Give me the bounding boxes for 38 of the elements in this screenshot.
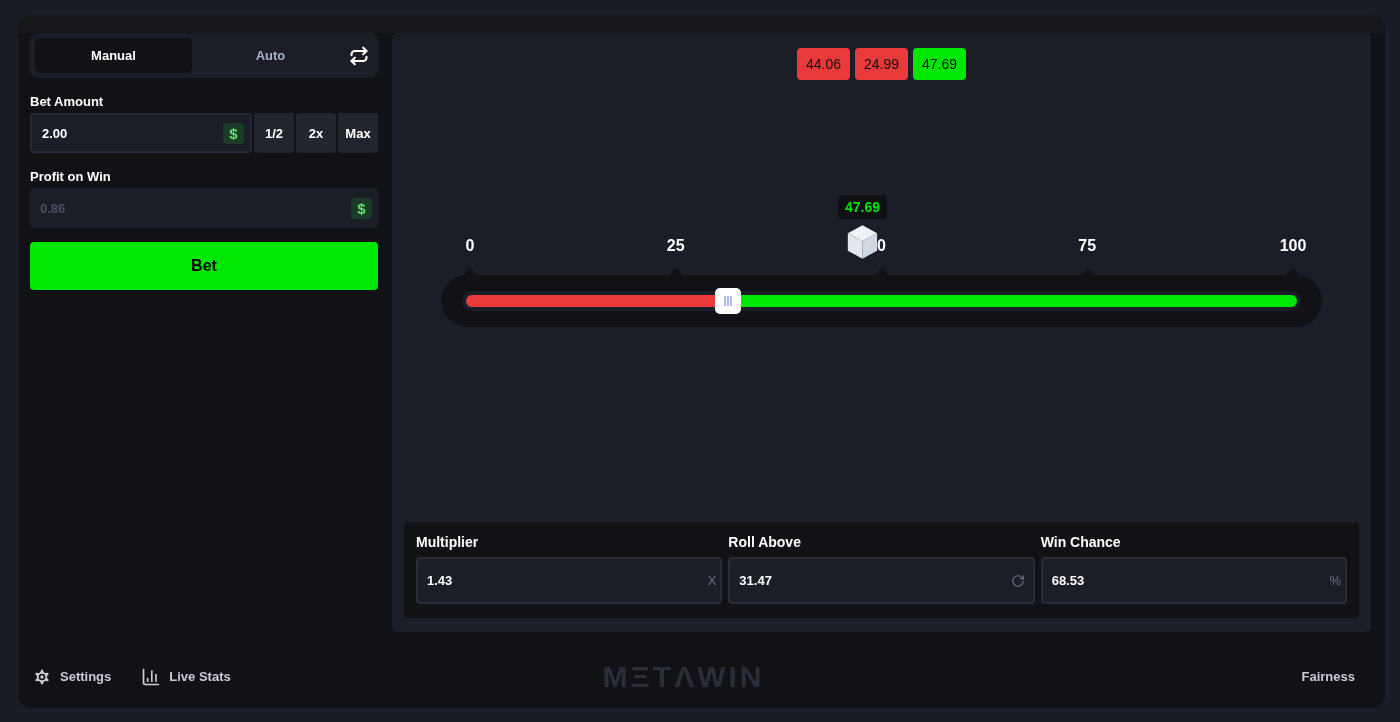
unit-label: X [707, 573, 717, 588]
stat-field[interactable]: 1.43 X [416, 557, 723, 604]
mode-tab[interactable]: Auto [192, 38, 349, 73]
bet-adjust-button[interactable]: Max [338, 113, 378, 153]
live-stats-label: Live Stats [169, 669, 231, 684]
bet-amount-field[interactable]: 2.00 $ [30, 113, 252, 153]
settings-link[interactable]: Settings [32, 666, 112, 687]
result-chip: 44.06 [797, 48, 850, 80]
field-label: Profit on Win [30, 169, 112, 184]
stat-field[interactable]: 68.53 % [1040, 557, 1347, 604]
bar-chart-icon [141, 666, 162, 687]
reset-icon[interactable] [1010, 573, 1025, 588]
bet-button[interactable]: Bet [30, 242, 378, 290]
live-stats-link[interactable]: Live Stats [141, 666, 231, 687]
bet-adjust-button[interactable]: 2x [296, 113, 336, 153]
scale-label: 0 [877, 237, 886, 256]
slider-handle[interactable] [714, 288, 741, 314]
stat-label: Roll Above [728, 534, 802, 550]
scale-label: 100 [1279, 237, 1307, 256]
mode-tab[interactable]: Manual [35, 38, 192, 73]
repeat-icon[interactable] [349, 45, 369, 66]
stat-field[interactable]: 31.47 [728, 557, 1035, 604]
unit-label: % [1329, 573, 1341, 588]
stat-label: Win Chance [1040, 534, 1122, 550]
scale-label: 25 [666, 237, 685, 256]
scale-label: 75 [1078, 237, 1097, 256]
dollar-icon: $ [223, 122, 244, 144]
result-chip: 47.69 [913, 48, 966, 80]
field-label: Bet Amount [30, 94, 105, 109]
settings-label: Settings [60, 669, 112, 684]
settings-icon [32, 666, 52, 687]
scale-label: 0 [465, 237, 475, 256]
bet-adjust-button[interactable]: 1/2 [254, 113, 294, 153]
result-label: 47.69 [838, 195, 886, 219]
fairness-link[interactable]: Fairness [1301, 669, 1355, 684]
stat-label: Multiplier [416, 534, 480, 550]
dollar-icon: $ [351, 197, 372, 219]
result-chip: 24.99 [855, 48, 908, 80]
